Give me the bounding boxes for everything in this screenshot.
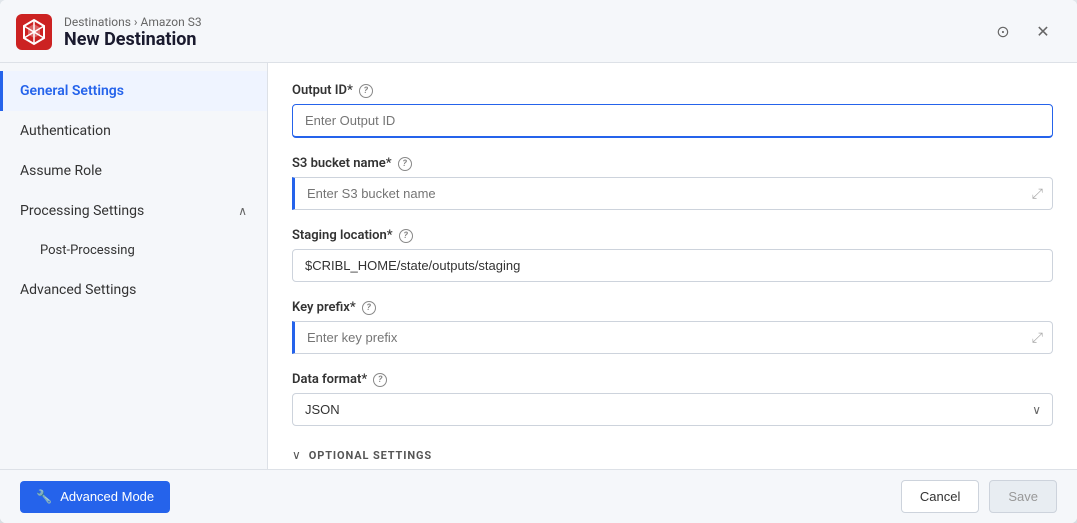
sidebar: General Settings Authentication Assume R… bbox=[0, 63, 268, 469]
sidebar-item-label: General Settings bbox=[20, 83, 124, 99]
breadcrumb: Destinations › Amazon S3 bbox=[64, 15, 202, 29]
output-id-group: Output ID* ? bbox=[292, 83, 1053, 138]
staging-location-help-icon[interactable]: ? bbox=[399, 229, 413, 243]
save-button[interactable]: Save bbox=[989, 480, 1057, 513]
advanced-mode-label: Advanced Mode bbox=[60, 489, 154, 504]
sidebar-item-authentication[interactable]: Authentication bbox=[0, 111, 267, 151]
help-button[interactable]: ⊙ bbox=[989, 18, 1017, 46]
s3-bucket-label: S3 bucket name* ? bbox=[292, 156, 1053, 171]
header-left: Destinations › Amazon S3 New Destination bbox=[16, 14, 202, 50]
data-format-select[interactable]: JSON Raw Parquet bbox=[292, 393, 1053, 426]
sidebar-item-label: Processing Settings bbox=[20, 203, 144, 219]
app-logo-icon bbox=[16, 14, 52, 50]
sidebar-item-label: Post-Processing bbox=[40, 243, 135, 258]
modal-header: Destinations › Amazon S3 New Destination… bbox=[0, 0, 1077, 63]
sidebar-item-general-settings[interactable]: General Settings bbox=[0, 71, 267, 111]
breadcrumb-separator: › bbox=[134, 15, 138, 29]
sidebar-item-assume-role[interactable]: Assume Role bbox=[0, 151, 267, 191]
header-titles: Destinations › Amazon S3 New Destination bbox=[64, 15, 202, 50]
data-format-group: Data format* ? JSON Raw Parquet ∨ bbox=[292, 372, 1053, 426]
sidebar-item-advanced-settings[interactable]: Advanced Settings bbox=[0, 270, 267, 310]
key-prefix-input-wrapper: ⤢ bbox=[292, 321, 1053, 354]
cancel-button[interactable]: Cancel bbox=[901, 480, 979, 513]
s3-bucket-help-icon[interactable]: ? bbox=[398, 157, 412, 171]
key-prefix-group: Key prefix* ? ⤢ bbox=[292, 300, 1053, 354]
s3-bucket-group: S3 bucket name* ? ⤢ bbox=[292, 156, 1053, 210]
modal-title: New Destination bbox=[64, 29, 202, 50]
breadcrumb-part1: Destinations bbox=[64, 15, 131, 29]
sidebar-item-label: Authentication bbox=[20, 123, 111, 139]
staging-location-group: Staging location* ? bbox=[292, 228, 1053, 282]
optional-settings-label: OPTIONAL SETTINGS bbox=[309, 449, 432, 462]
output-id-help-icon[interactable]: ? bbox=[359, 84, 373, 98]
output-id-input[interactable] bbox=[292, 104, 1053, 138]
key-prefix-label: Key prefix* ? bbox=[292, 300, 1053, 315]
modal-footer: 🔧 Advanced Mode Cancel Save bbox=[0, 469, 1077, 523]
close-icon: ✕ bbox=[1036, 22, 1049, 42]
output-id-label: Output ID* ? bbox=[292, 83, 1053, 98]
optional-settings-header[interactable]: ∨ OPTIONAL SETTINGS bbox=[292, 444, 1053, 466]
header-actions: ⊙ ✕ bbox=[989, 18, 1057, 46]
sidebar-item-label: Assume Role bbox=[20, 163, 102, 179]
s3-bucket-input[interactable] bbox=[292, 177, 1053, 210]
data-format-help-icon[interactable]: ? bbox=[373, 373, 387, 387]
new-destination-modal: Destinations › Amazon S3 New Destination… bbox=[0, 0, 1077, 523]
s3-bucket-expand-icon[interactable]: ⤢ bbox=[1032, 186, 1043, 202]
key-prefix-help-icon[interactable]: ? bbox=[362, 301, 376, 315]
sidebar-item-processing-settings[interactable]: Processing Settings ∧ bbox=[0, 191, 267, 231]
data-format-select-wrapper: JSON Raw Parquet ∨ bbox=[292, 393, 1053, 426]
breadcrumb-part2: Amazon S3 bbox=[141, 15, 202, 29]
advanced-mode-button[interactable]: 🔧 Advanced Mode bbox=[20, 481, 170, 513]
modal-body: General Settings Authentication Assume R… bbox=[0, 63, 1077, 469]
optional-settings-chevron-icon: ∨ bbox=[292, 448, 301, 462]
key-prefix-expand-icon[interactable]: ⤢ bbox=[1032, 330, 1043, 346]
s3-bucket-input-wrapper: ⤢ bbox=[292, 177, 1053, 210]
processing-settings-chevron-icon: ∧ bbox=[238, 204, 247, 218]
main-content: Output ID* ? S3 bucket name* ? ⤢ bbox=[268, 63, 1077, 469]
close-button[interactable]: ✕ bbox=[1029, 18, 1057, 46]
footer-right: Cancel Save bbox=[901, 480, 1057, 513]
key-prefix-input[interactable] bbox=[292, 321, 1053, 354]
optional-settings-section: ∨ OPTIONAL SETTINGS bbox=[292, 444, 1053, 466]
staging-location-label: Staging location* ? bbox=[292, 228, 1053, 243]
data-format-label: Data format* ? bbox=[292, 372, 1053, 387]
sidebar-item-label: Advanced Settings bbox=[20, 282, 136, 298]
staging-location-input[interactable] bbox=[292, 249, 1053, 282]
wrench-icon: 🔧 bbox=[36, 489, 52, 505]
help-circle-icon: ⊙ bbox=[996, 22, 1009, 42]
sidebar-item-post-processing[interactable]: Post-Processing bbox=[0, 231, 267, 270]
